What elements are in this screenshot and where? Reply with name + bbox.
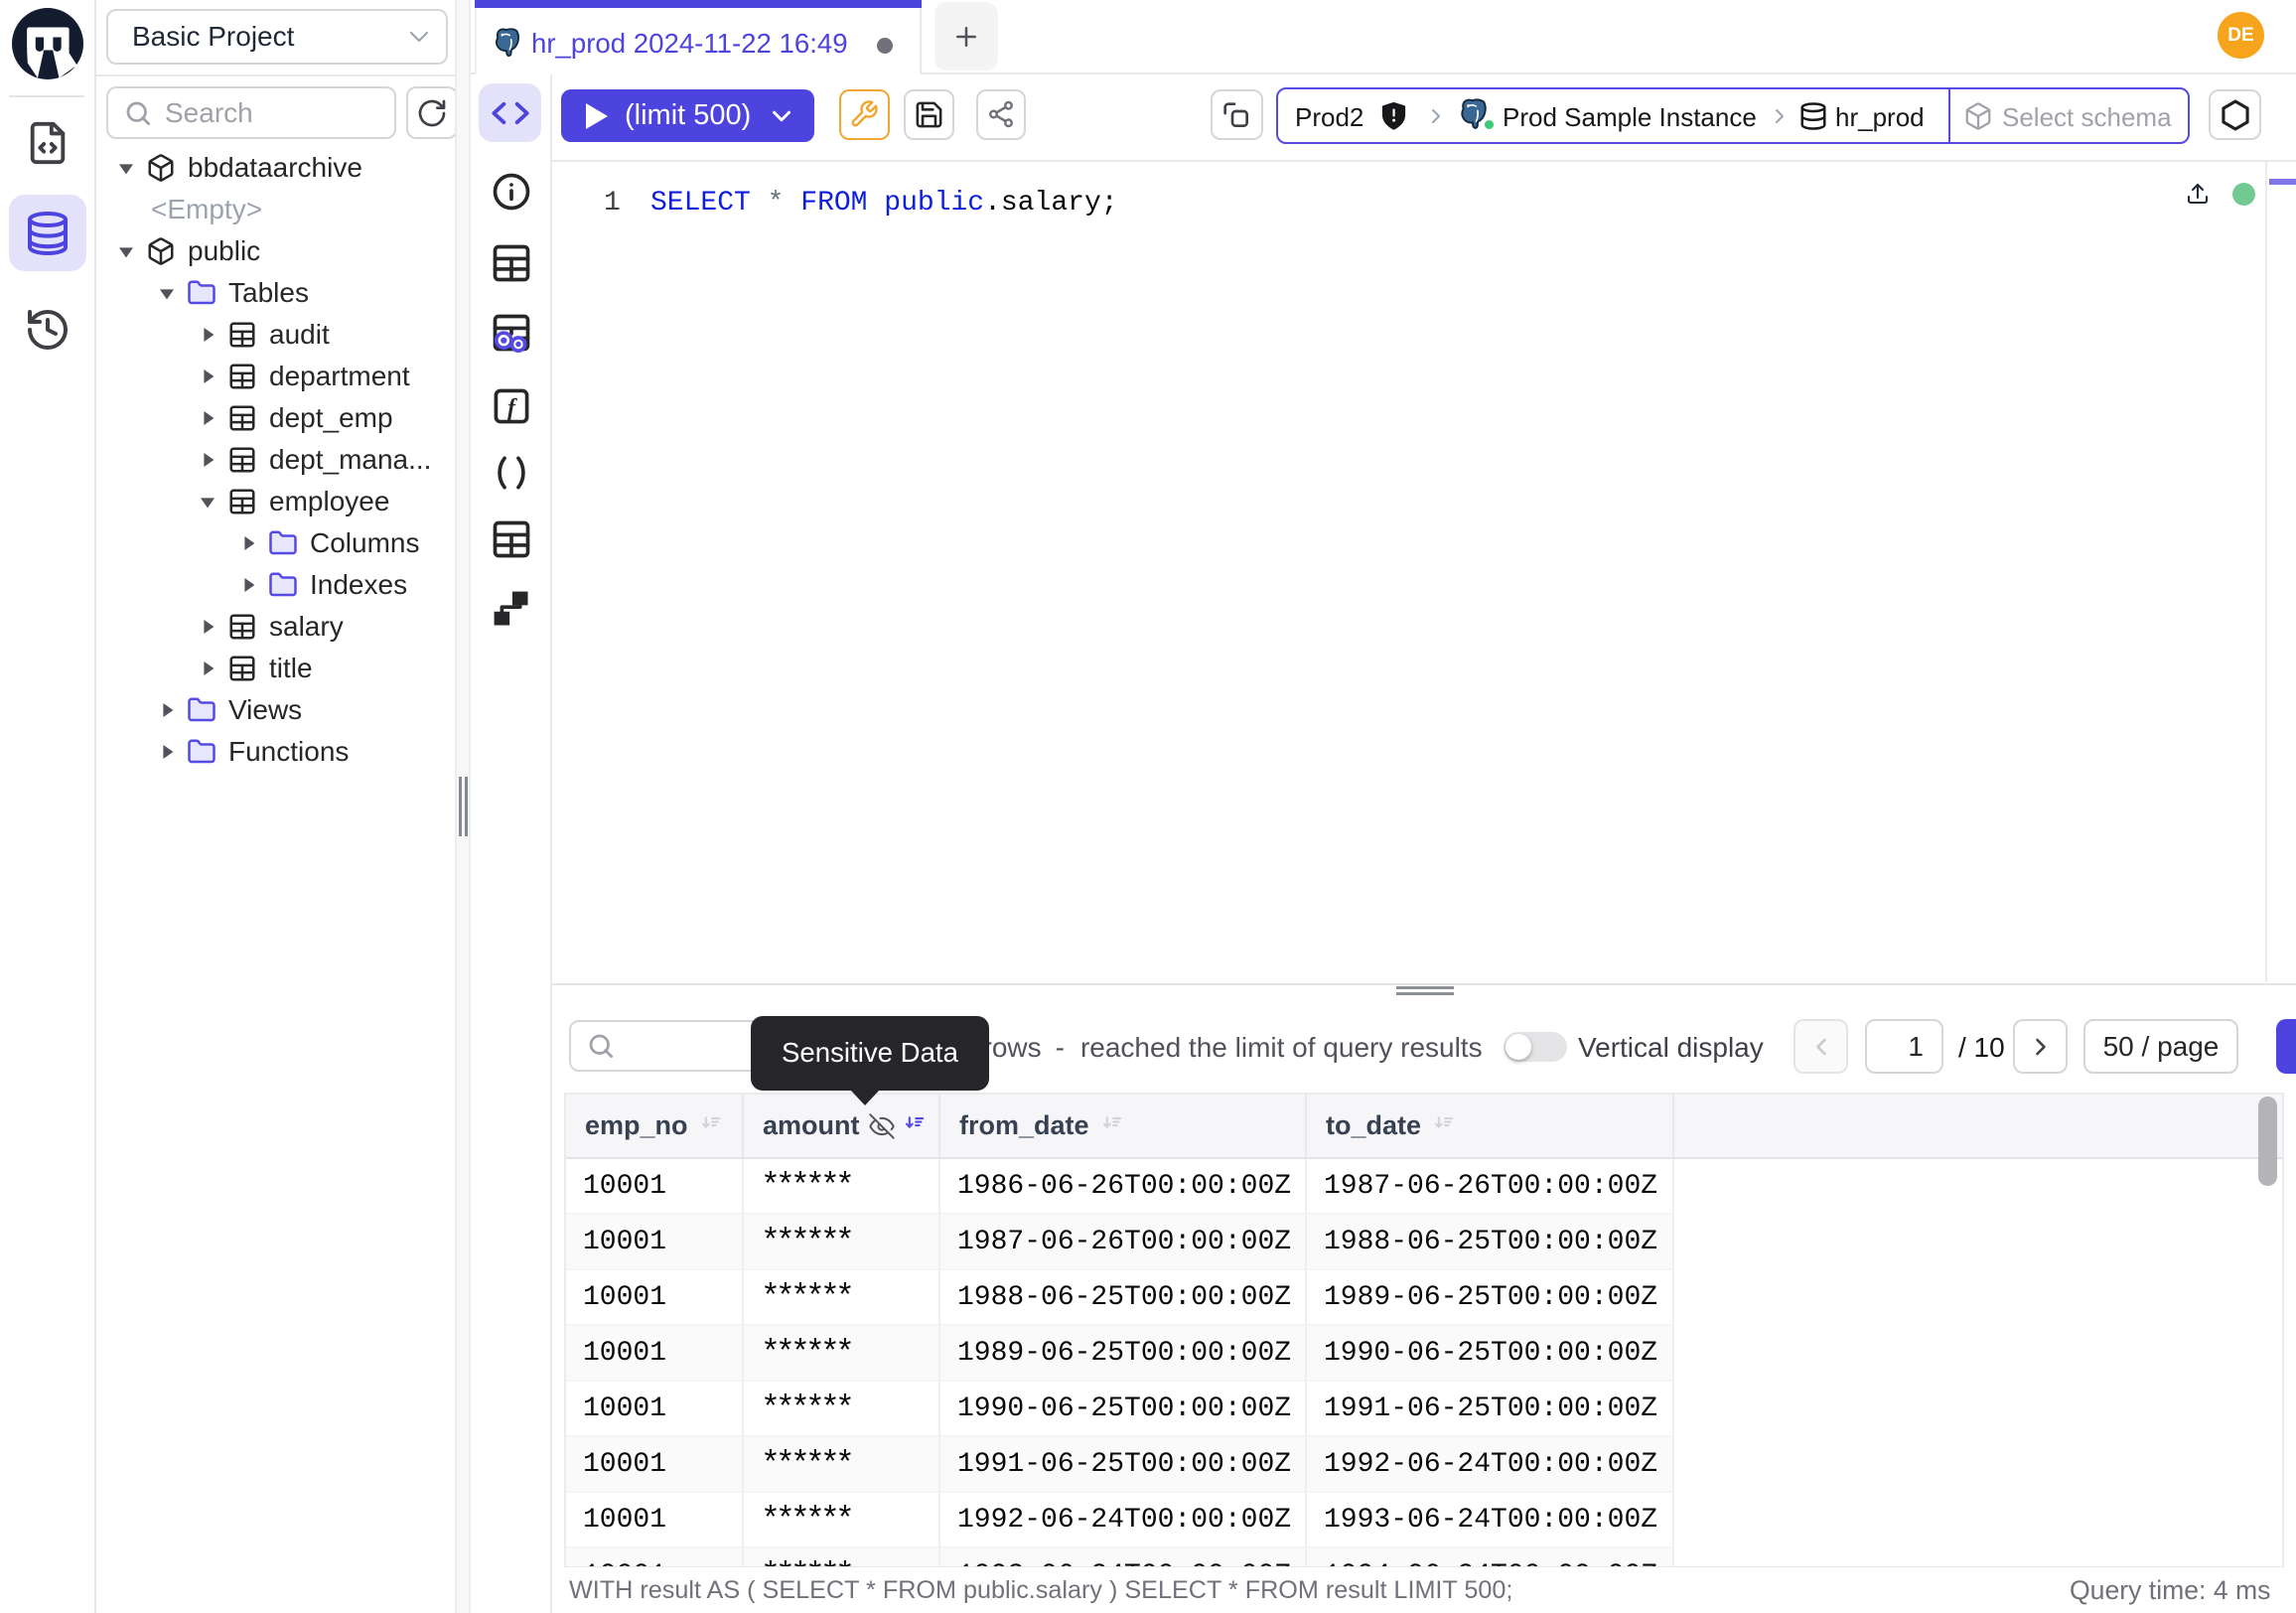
svg-text:f: f [507,395,517,421]
